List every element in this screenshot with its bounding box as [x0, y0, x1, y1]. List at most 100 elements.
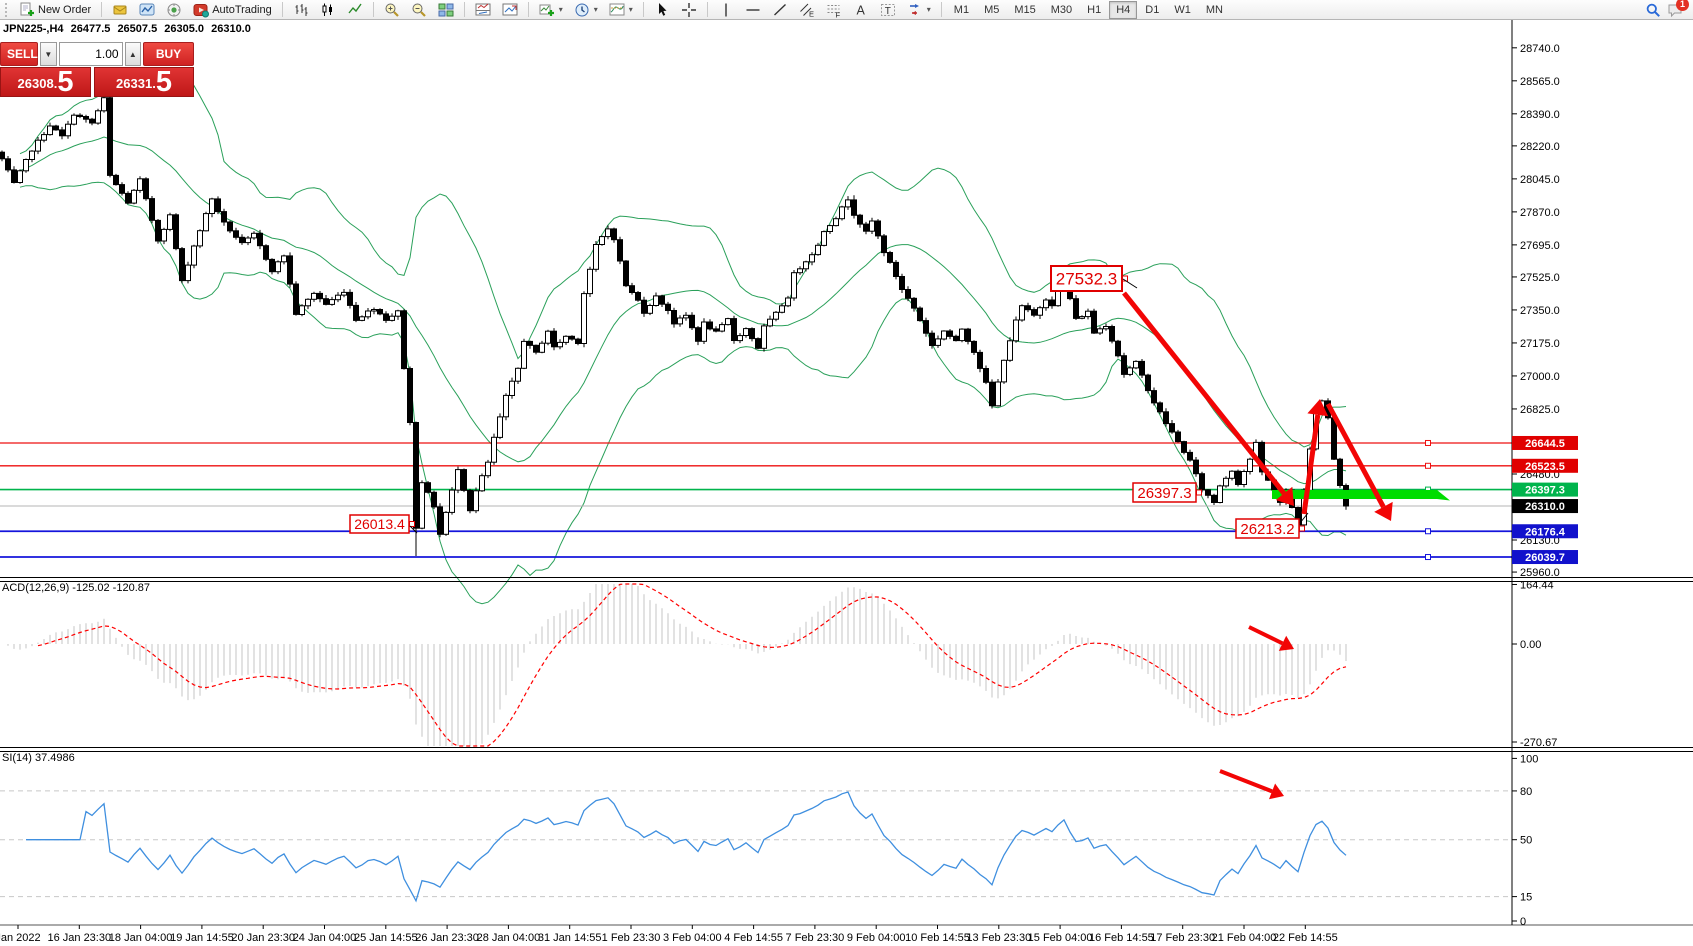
svg-text:26310.0: 26310.0 [1525, 501, 1565, 513]
svg-text:21 Feb 04:00: 21 Feb 04:00 [1212, 932, 1277, 944]
strategy-tester-button[interactable] [161, 1, 187, 19]
macd-label: ACD(12,26,9) -125.02 -120.87 [2, 582, 150, 594]
autotrading-icon [193, 2, 209, 18]
toolbar-grip [5, 3, 10, 17]
svg-text:164.44: 164.44 [1520, 579, 1554, 591]
svg-text:15: 15 [1520, 892, 1532, 904]
notifications[interactable]: 1 [1667, 2, 1683, 18]
separator [464, 2, 465, 17]
channel-tool-button[interactable]: E [794, 1, 820, 19]
new-order-icon [19, 2, 35, 18]
tile-windows-button[interactable] [433, 1, 459, 19]
svg-text:28045.0: 28045.0 [1520, 174, 1560, 186]
line-chart-button[interactable] [342, 1, 368, 19]
svg-text:27000.0: 27000.0 [1520, 371, 1560, 383]
search-button[interactable] [1640, 1, 1666, 19]
svg-text:80: 80 [1520, 786, 1532, 798]
svg-text:16 Feb 14:55: 16 Feb 14:55 [1089, 932, 1154, 944]
timeframe-w1[interactable]: W1 [1167, 1, 1198, 19]
candlestick-chart-button[interactable] [315, 1, 341, 19]
sell-price-pip: 5 [57, 69, 73, 95]
buy-price-display[interactable]: 26331. 5 [94, 67, 194, 97]
timeframe-h1[interactable]: H1 [1080, 1, 1108, 19]
crosshair-tool-button[interactable] [676, 1, 702, 19]
svg-text:A: A [856, 3, 865, 17]
svg-text:27350.0: 27350.0 [1520, 305, 1560, 317]
separator [941, 2, 942, 17]
svg-text:Jan 2022: Jan 2022 [0, 932, 41, 944]
sell-price-display[interactable]: 26308. 5 [0, 67, 91, 97]
svg-text:27175.0: 27175.0 [1520, 338, 1560, 350]
horizontal-line-tool-button[interactable] [740, 1, 766, 19]
label-tool-button[interactable]: T [875, 1, 901, 19]
volume-increase-button[interactable]: ▲ [125, 42, 142, 66]
timeframe-h4[interactable]: H4 [1109, 1, 1137, 19]
bar-chart-icon [293, 2, 309, 18]
indicator-arrow-button[interactable] [497, 1, 523, 19]
buy-button[interactable]: BUY [143, 42, 194, 66]
line-handle[interactable] [1426, 529, 1431, 534]
new-order-button[interactable]: New Order [14, 1, 96, 19]
symbol-period: JPN225-,H4 [3, 23, 64, 35]
timeframe-m30[interactable]: M30 [1044, 1, 1079, 19]
svg-text:26039.7: 26039.7 [1525, 552, 1565, 564]
trendline-tool-button[interactable] [767, 1, 793, 19]
quote-low: 26305.0 [164, 23, 204, 35]
cursor-tool-button[interactable] [649, 1, 675, 19]
strategy-tester-icon [166, 2, 182, 18]
timeframe-mn[interactable]: MN [1199, 1, 1230, 19]
line-handle[interactable] [1426, 440, 1431, 445]
autotrading-button[interactable]: AutoTrading [188, 1, 277, 19]
zoom-out-icon [411, 2, 427, 18]
fibonacci-tool-button[interactable]: F [821, 1, 847, 19]
svg-text:18 Jan 04:00: 18 Jan 04:00 [109, 932, 173, 944]
volume-input[interactable] [59, 42, 123, 66]
svg-text:26176.4: 26176.4 [1525, 526, 1566, 538]
arrows-tool-button[interactable]: ▾ [902, 1, 936, 19]
svg-text:26523.5: 26523.5 [1525, 461, 1565, 473]
text-tool-button[interactable]: A [848, 1, 874, 19]
chart-surface[interactable]: 27532.326397.326213.226013.428740.028565… [0, 20, 1693, 946]
trendline-icon [772, 2, 788, 18]
svg-text:10 Feb 14:55: 10 Feb 14:55 [905, 932, 970, 944]
timeframe-m1[interactable]: M1 [947, 1, 976, 19]
horizontal-line-icon [745, 2, 761, 18]
svg-text:9 Feb 04:00: 9 Feb 04:00 [847, 932, 906, 944]
mt4-window: New Order [0, 0, 1693, 946]
line-handle[interactable] [1426, 555, 1431, 560]
indicator-window-button[interactable] [470, 1, 496, 19]
timeframe-d1[interactable]: D1 [1138, 1, 1166, 19]
metaeditor-button[interactable] [107, 1, 133, 19]
zoom-out-button[interactable] [406, 1, 432, 19]
svg-text:26397.3: 26397.3 [1525, 485, 1565, 497]
volume-decrease-button[interactable]: ▼ [40, 42, 57, 66]
timeframe-m5[interactable]: M5 [977, 1, 1006, 19]
svg-text:4 Feb 14:55: 4 Feb 14:55 [724, 932, 783, 944]
support-zone-bar[interactable] [1272, 490, 1450, 501]
template-icon [609, 2, 625, 18]
tile-windows-icon [438, 2, 454, 18]
sell-button[interactable]: SELL [0, 42, 38, 66]
terminal-button[interactable] [134, 1, 160, 19]
dropdown-caret: ▾ [927, 5, 931, 14]
line-handle[interactable] [1426, 463, 1431, 468]
autotrading-label: AutoTrading [212, 4, 272, 16]
vertical-line-tool-button[interactable] [713, 1, 739, 19]
svg-text:26 Jan 23:30: 26 Jan 23:30 [415, 932, 479, 944]
quote-bar: JPN225-,H4 26477.5 26507.5 26305.0 26310… [3, 23, 255, 35]
arrows-tool-icon [907, 2, 923, 18]
add-indicator-icon [539, 2, 555, 18]
period-button[interactable]: ▾ [569, 1, 603, 19]
svg-text:22 Feb 14:55: 22 Feb 14:55 [1273, 932, 1338, 944]
svg-text:15 Feb 04:00: 15 Feb 04:00 [1028, 932, 1093, 944]
buy-price-pip: 5 [156, 69, 172, 95]
quote-close: 26310.0 [211, 23, 251, 35]
new-order-label: New Order [38, 4, 91, 16]
add-indicator-button[interactable]: ▾ [534, 1, 568, 19]
template-button[interactable]: ▾ [604, 1, 638, 19]
fibonacci-icon: F [826, 2, 842, 18]
bar-chart-button[interactable] [288, 1, 314, 19]
zoom-in-button[interactable] [379, 1, 405, 19]
timeframe-m15[interactable]: M15 [1007, 1, 1042, 19]
dropdown-caret: ▾ [594, 5, 598, 14]
